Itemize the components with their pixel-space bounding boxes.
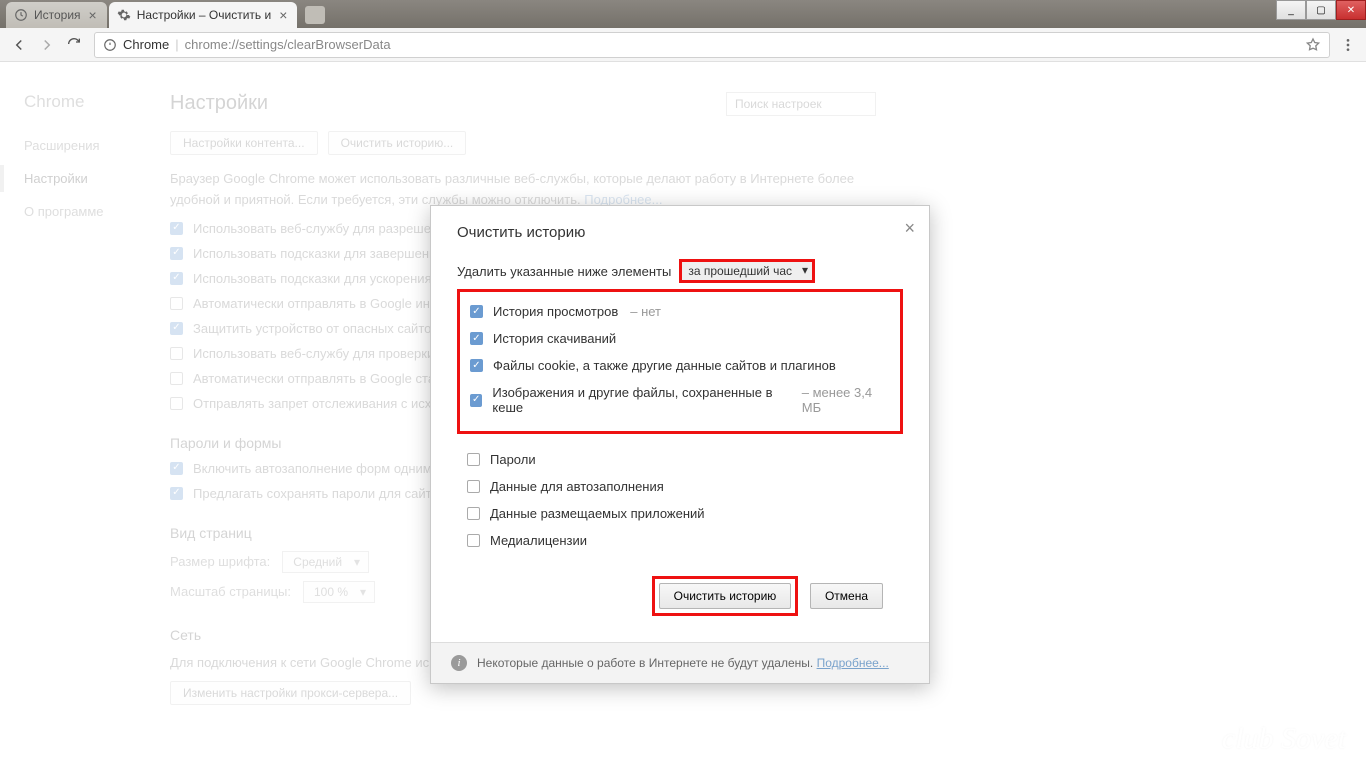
info-text: Некоторые данные о работе в Интернете не… (477, 656, 813, 670)
checkbox-meta: – менее 3,4 МБ (802, 385, 890, 415)
omnibox-url: chrome://settings/clearBrowserData (185, 37, 391, 52)
checkbox-row: Файлы cookie, а также другие данные сайт… (470, 352, 890, 379)
checkbox-label: Использовать веб-службу для проверки пр (193, 346, 452, 361)
tab-settings[interactable]: Настройки – Очистить и × (109, 2, 298, 28)
omnibox-origin: Chrome (123, 37, 169, 52)
tab-history[interactable]: История × (6, 2, 107, 28)
checkbox-meta: – нет (630, 304, 661, 319)
gear-icon (117, 8, 131, 22)
new-tab-button[interactable] (305, 6, 325, 24)
checkbox-label: Медиалицензии (490, 533, 587, 548)
tab-close-icon[interactable]: × (279, 7, 287, 23)
bookmark-star-icon[interactable] (1305, 37, 1321, 53)
checkbox[interactable] (170, 247, 183, 260)
checkbox-label: Данные для автозаполнения (490, 479, 664, 494)
checkbox[interactable] (470, 332, 483, 345)
checkbox[interactable] (170, 222, 183, 235)
checkbox[interactable] (470, 394, 482, 407)
settings-sidebar: Chrome Расширения Настройки О программе (0, 62, 170, 768)
time-range-label: Удалить указанные ниже элементы (457, 264, 671, 279)
checkbox-label: Пароли (490, 452, 536, 467)
tab-title: История (34, 8, 81, 22)
sidebar-item-extensions[interactable]: Расширения (24, 134, 170, 157)
checkbox[interactable] (170, 462, 183, 475)
checkbox[interactable] (170, 297, 183, 310)
font-size-select[interactable]: Средний (282, 551, 369, 573)
checkbox[interactable] (467, 534, 480, 547)
info-icon: i (451, 655, 467, 671)
window-close-button[interactable]: ✕ (1336, 0, 1366, 20)
checkbox[interactable] (170, 347, 183, 360)
window-minimize-button[interactable]: _ (1276, 0, 1306, 20)
tab-title: Настройки – Очистить и (137, 8, 271, 22)
settings-search-input[interactable] (726, 92, 876, 116)
clear-browsing-data-dialog: × Очистить историю Удалить указанные ниж… (430, 205, 930, 684)
checkbox[interactable] (470, 359, 483, 372)
browser-menu-button[interactable] (1340, 37, 1356, 53)
checkbox-label: Автоматически отправлять в Google инфор (193, 296, 455, 311)
time-range-select[interactable]: за прошедший час (679, 259, 815, 283)
checkbox-row: Данные для автозаполнения (467, 473, 893, 500)
info-learn-more-link[interactable]: Подробнее... (817, 656, 889, 670)
checkbox-label: Файлы cookie, а также другие данные сайт… (493, 358, 836, 373)
checkbox-label: Отправлять запрет отслеживания с исходя (193, 396, 453, 411)
checkbox-label: Использовать веб-службу для разрешения (193, 221, 452, 236)
reload-button[interactable] (66, 36, 84, 54)
clear-data-button[interactable]: Очистить историю (659, 583, 792, 609)
checkbox-label: Использовать подсказки для ускорения за (193, 271, 448, 286)
checkbox-row: История скачиваний (470, 325, 890, 352)
dialog-info-bar: i Некоторые данные о работе в Интернете … (431, 642, 929, 683)
tab-close-icon[interactable]: × (89, 7, 97, 23)
address-bar: Chrome | chrome://settings/clearBrowserD… (0, 28, 1366, 62)
settings-search (726, 92, 876, 116)
history-icon (14, 8, 28, 22)
sidebar-item-settings[interactable]: Настройки (24, 167, 170, 190)
content-settings-button[interactable]: Настройки контента... (170, 131, 318, 155)
tab-bar: История × Настройки – Очистить и × (0, 0, 1366, 28)
checkbox[interactable] (467, 453, 480, 466)
checkbox-row: Пароли (467, 446, 893, 473)
checkbox-row: Изображения и другие файлы, сохраненные … (470, 379, 890, 421)
checkbox-row: Данные размещаемых приложений (467, 500, 893, 527)
sidebar-brand: Chrome (24, 92, 170, 112)
window-controls: _ ▢ ✕ (1276, 0, 1366, 20)
checkbox-label: История скачиваний (493, 331, 616, 346)
checkbox[interactable] (467, 507, 480, 520)
page-zoom-select[interactable]: 100 % (303, 581, 375, 603)
dialog-close-button[interactable]: × (904, 218, 915, 239)
checkbox-label: Предлагать сохранять пароли для сайтов Н (193, 486, 459, 501)
checkbox-label: Данные размещаемых приложений (490, 506, 705, 521)
options-group: Пароли Данные для автозаполнения Данные ра… (457, 440, 903, 564)
back-button[interactable] (10, 36, 28, 54)
checkbox-label: Изображения и другие файлы, сохраненные … (492, 385, 789, 415)
checkbox-label: Включить автозаполнение форм одним кл (193, 461, 449, 476)
clear-history-button[interactable]: Очистить историю... (328, 131, 467, 155)
checkbox-label: История просмотров (493, 304, 618, 319)
omnibox[interactable]: Chrome | chrome://settings/clearBrowserD… (94, 32, 1330, 58)
sidebar-item-about[interactable]: О программе (24, 200, 170, 223)
checkbox-label: Защитить устройство от опасных сайтов (193, 321, 438, 336)
highlighted-options-group: История просмотров – нет История скачиван… (457, 289, 903, 434)
cancel-button[interactable]: Отмена (810, 583, 883, 609)
checkbox[interactable] (170, 322, 183, 335)
window-maximize-button[interactable]: ▢ (1306, 0, 1336, 20)
font-size-label: Размер шрифта: (170, 554, 270, 569)
checkbox[interactable] (170, 372, 183, 385)
forward-button[interactable] (38, 36, 56, 54)
checkbox-label: Использовать подсказки для завершения (193, 246, 443, 261)
checkbox-row: История просмотров – нет (470, 298, 890, 325)
page-zoom-label: Масштаб страницы: (170, 584, 291, 599)
checkbox-row: Медиалицензии (467, 527, 893, 554)
proxy-settings-button[interactable]: Изменить настройки прокси-сервера... (170, 681, 411, 705)
checkbox-label: Автоматически отправлять в Google стати (193, 371, 448, 386)
checkbox[interactable] (467, 480, 480, 493)
checkbox[interactable] (470, 305, 483, 318)
checkbox[interactable] (170, 272, 183, 285)
checkbox[interactable] (170, 397, 183, 410)
page-info-icon[interactable] (103, 38, 117, 52)
checkbox[interactable] (170, 487, 183, 500)
dialog-title: Очистить историю (457, 224, 903, 241)
